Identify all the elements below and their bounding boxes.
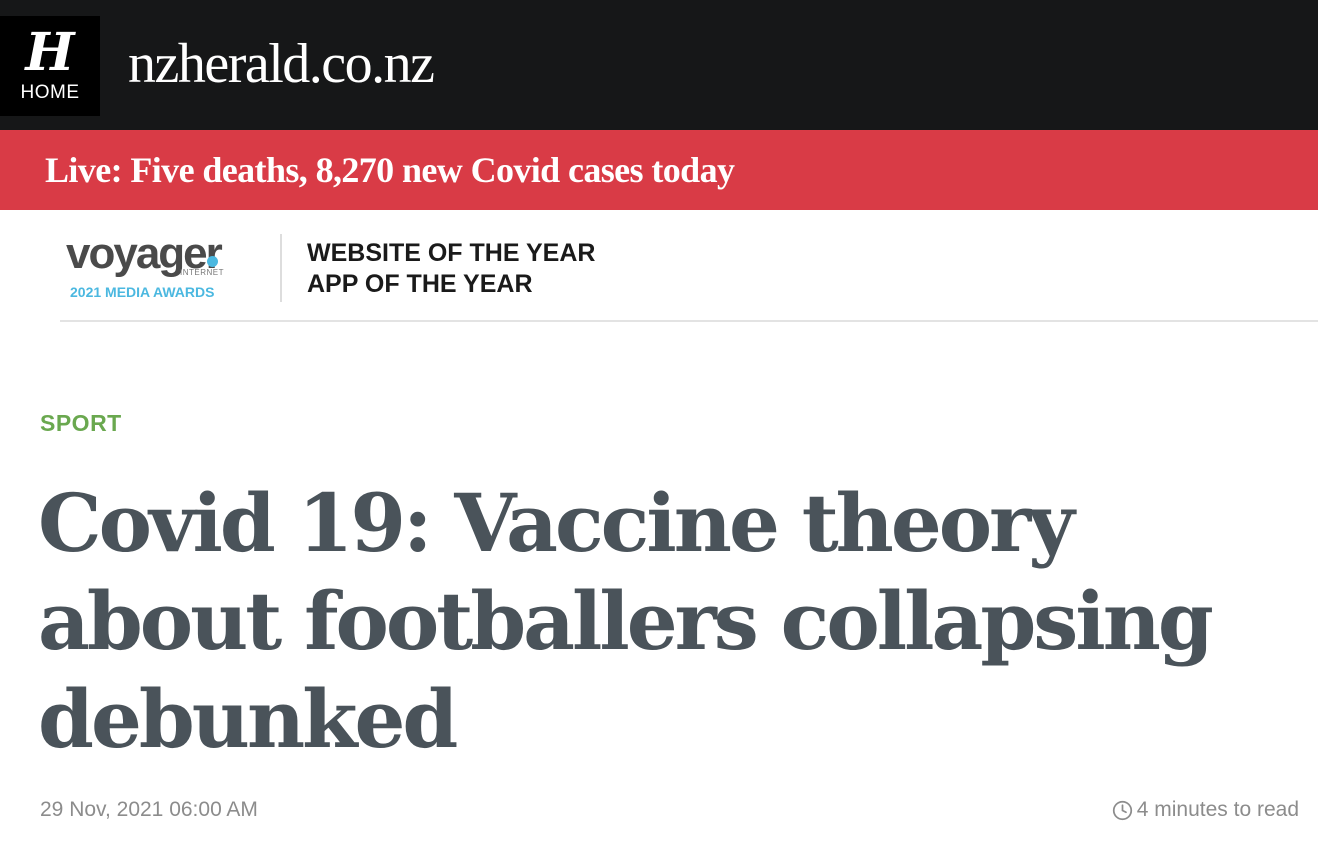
read-time-label: 4 minutes to read [1136,798,1299,821]
clock-icon [1112,800,1132,820]
home-label: HOME [20,82,80,103]
awards-divider [280,234,282,302]
award-line-website: WEBSITE OF THE YEAR [307,239,596,267]
voyager-logo-subtext: INTERNET [180,268,224,277]
category-link[interactable]: SPORT [40,408,122,438]
award-list: WEBSITE OF THE YEAR APP OF THE YEAR [307,238,595,300]
voyager-logo-year: 2021 MEDIA AWARDS [70,284,215,300]
awards-banner: voyager INTERNET 2021 MEDIA AWARDS WEBSI… [60,210,1318,322]
read-time: 4 minutes to read [1112,797,1299,823]
herald-logo-icon: H [25,22,75,83]
article-headline: Covid 19: Vaccine theory about footballe… [38,476,1214,766]
home-button[interactable]: H HOME [0,16,100,116]
award-line-app: APP OF THE YEAR [307,270,533,298]
site-name-link[interactable]: nzherald.co.nz [128,32,435,96]
breaking-news-banner[interactable]: Live: Five deaths, 8,270 new Covid cases… [0,130,1318,210]
voyager-dot-icon [207,256,218,267]
breaking-news-text: Live: Five deaths, 8,270 new Covid cases… [45,150,735,190]
publish-date: 29 Nov, 2021 06:00 AM [40,798,258,821]
top-header: H HOME nzherald.co.nz [0,0,1318,130]
